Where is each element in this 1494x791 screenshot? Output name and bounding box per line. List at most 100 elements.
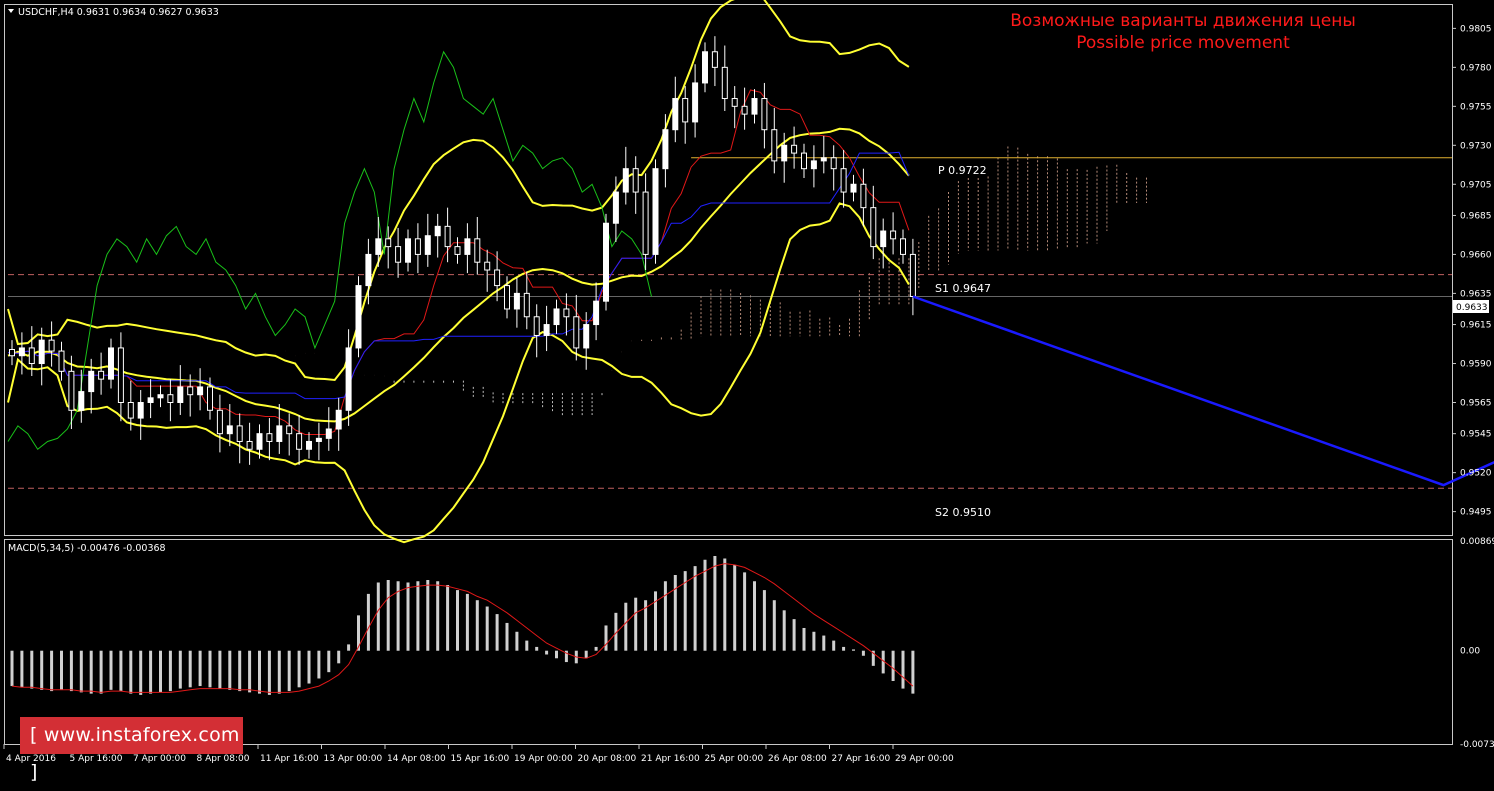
x-tick-label: 27 Apr 16:00 (832, 754, 891, 764)
candle-body (513, 292, 520, 310)
candle-body (88, 370, 95, 393)
candle-body (761, 98, 768, 131)
candle-body (593, 300, 600, 326)
candle-body (583, 324, 590, 349)
candle-body (454, 246, 461, 255)
candle-body (167, 394, 174, 403)
candle-body (682, 98, 689, 123)
price-pane[interactable] (4, 4, 1453, 536)
candle-body (563, 308, 570, 318)
x-tick-label: 20 Apr 08:00 (578, 754, 637, 764)
symbol-header: USDCHF,H4 0.9631 0.9634 0.9627 0.9633 (18, 7, 219, 18)
candle-body (870, 207, 877, 248)
candle-body (791, 144, 798, 154)
x-tick-label: 25 Apr 00:00 (705, 754, 764, 764)
x-tick-label: 11 Apr 16:00 (260, 754, 319, 764)
candle-body (365, 253, 372, 287)
y-tick-label: 0.9730 (1460, 141, 1492, 151)
y-tick-label: 0.9755 (1460, 102, 1492, 112)
candle-body (127, 402, 134, 419)
x-tick-label: 14 Apr 08:00 (387, 754, 446, 764)
x-tick-label: 7 Apr 00:00 (133, 754, 186, 764)
candle-body (98, 370, 105, 380)
y-tick-label: 0.9520 (1460, 469, 1492, 479)
instaforex-watermark[interactable]: [ www.instaforex.com ] (20, 717, 243, 783)
candle-body (335, 409, 342, 430)
candle-body (345, 347, 352, 411)
candle-body (662, 129, 669, 170)
candle-body (266, 433, 273, 442)
candle-body (672, 98, 679, 131)
candle-body (236, 425, 243, 442)
macd-y-tick-label: 0.00869 (1460, 537, 1494, 547)
forex-chart[interactable]: 0.9805 0.9780 0.9755 0.9730 0.9705 0.9685 0.96… (0, 0, 1494, 768)
candle-body (414, 238, 421, 255)
y-tick-label: 0.9805 (1460, 24, 1492, 34)
y-tick-label: 0.9590 (1460, 360, 1492, 370)
candle-body (642, 191, 649, 255)
candle-body (78, 391, 85, 411)
candle-body (58, 350, 65, 372)
candle-body (484, 261, 491, 271)
candle-body (771, 129, 778, 162)
candle-body (216, 409, 223, 435)
candle-body (28, 347, 35, 365)
candle-body (781, 144, 788, 162)
candle-body (909, 253, 916, 297)
candle-body (543, 324, 550, 336)
candle-body (494, 269, 501, 287)
candle-body (177, 386, 184, 404)
macd-y-tick-label: 0.00 (1460, 647, 1480, 657)
candle-body (108, 347, 114, 380)
x-tick-label: 29 Apr 00:00 (895, 754, 954, 764)
level-label-s2: S2 0.9510 (935, 506, 991, 519)
candle-body (286, 425, 293, 435)
current-price-label: 0.9633 (1456, 303, 1488, 313)
y-tick-label: 0.9780 (1460, 63, 1492, 73)
y-tick-label: 0.9705 (1460, 180, 1492, 190)
candle-body (464, 238, 471, 255)
y-tick-label: 0.9660 (1460, 250, 1492, 260)
x-tick-label: 5 Apr 16:00 (70, 754, 123, 764)
candle-body (306, 440, 312, 450)
candle-body (197, 386, 204, 396)
candle-body (731, 98, 738, 107)
y-tick-label: 0.9495 (1460, 508, 1492, 518)
candle-body (276, 425, 283, 442)
candle-body (355, 285, 362, 349)
candle-body (721, 66, 728, 100)
candle-body (315, 437, 322, 442)
x-tick-label: 8 Apr 08:00 (197, 754, 250, 764)
candle-body (533, 316, 540, 336)
candle-body (553, 308, 560, 326)
annotation-en: Possible price movement (1076, 33, 1290, 53)
candle-body (18, 347, 25, 357)
candle-body (810, 160, 817, 170)
annotation-ru: Возможные варианты движения цены (1010, 11, 1356, 31)
candle-body (434, 225, 441, 237)
candle-body (9, 349, 15, 357)
candle-body (830, 157, 837, 170)
candle-body (187, 386, 194, 396)
candle-body (405, 238, 411, 263)
candle-body (702, 51, 708, 84)
macd-y-tick-label: -0.00739 (1460, 740, 1494, 750)
level-label-pivot: P 0.9722 (938, 164, 987, 177)
candle-body (504, 285, 510, 310)
candle-body (632, 168, 639, 193)
y-tick-label: 0.9635 (1460, 289, 1492, 299)
candle-body (840, 168, 847, 193)
macd-pane[interactable] (4, 539, 1453, 745)
candle-body (68, 370, 75, 411)
macd-header: MACD(5,34,5) -0.00476 -0.00368 (8, 543, 166, 554)
candle-body (137, 402, 144, 419)
candle-body (880, 230, 887, 248)
candle-body (38, 339, 45, 365)
candle-body (147, 397, 154, 403)
candle-body (296, 433, 303, 450)
x-tick-label: 19 Apr 00:00 (514, 754, 573, 764)
candle-body (573, 316, 580, 349)
candle-body (890, 230, 897, 240)
x-tick-label: 21 Apr 16:00 (641, 754, 700, 764)
candle-body (741, 105, 748, 115)
